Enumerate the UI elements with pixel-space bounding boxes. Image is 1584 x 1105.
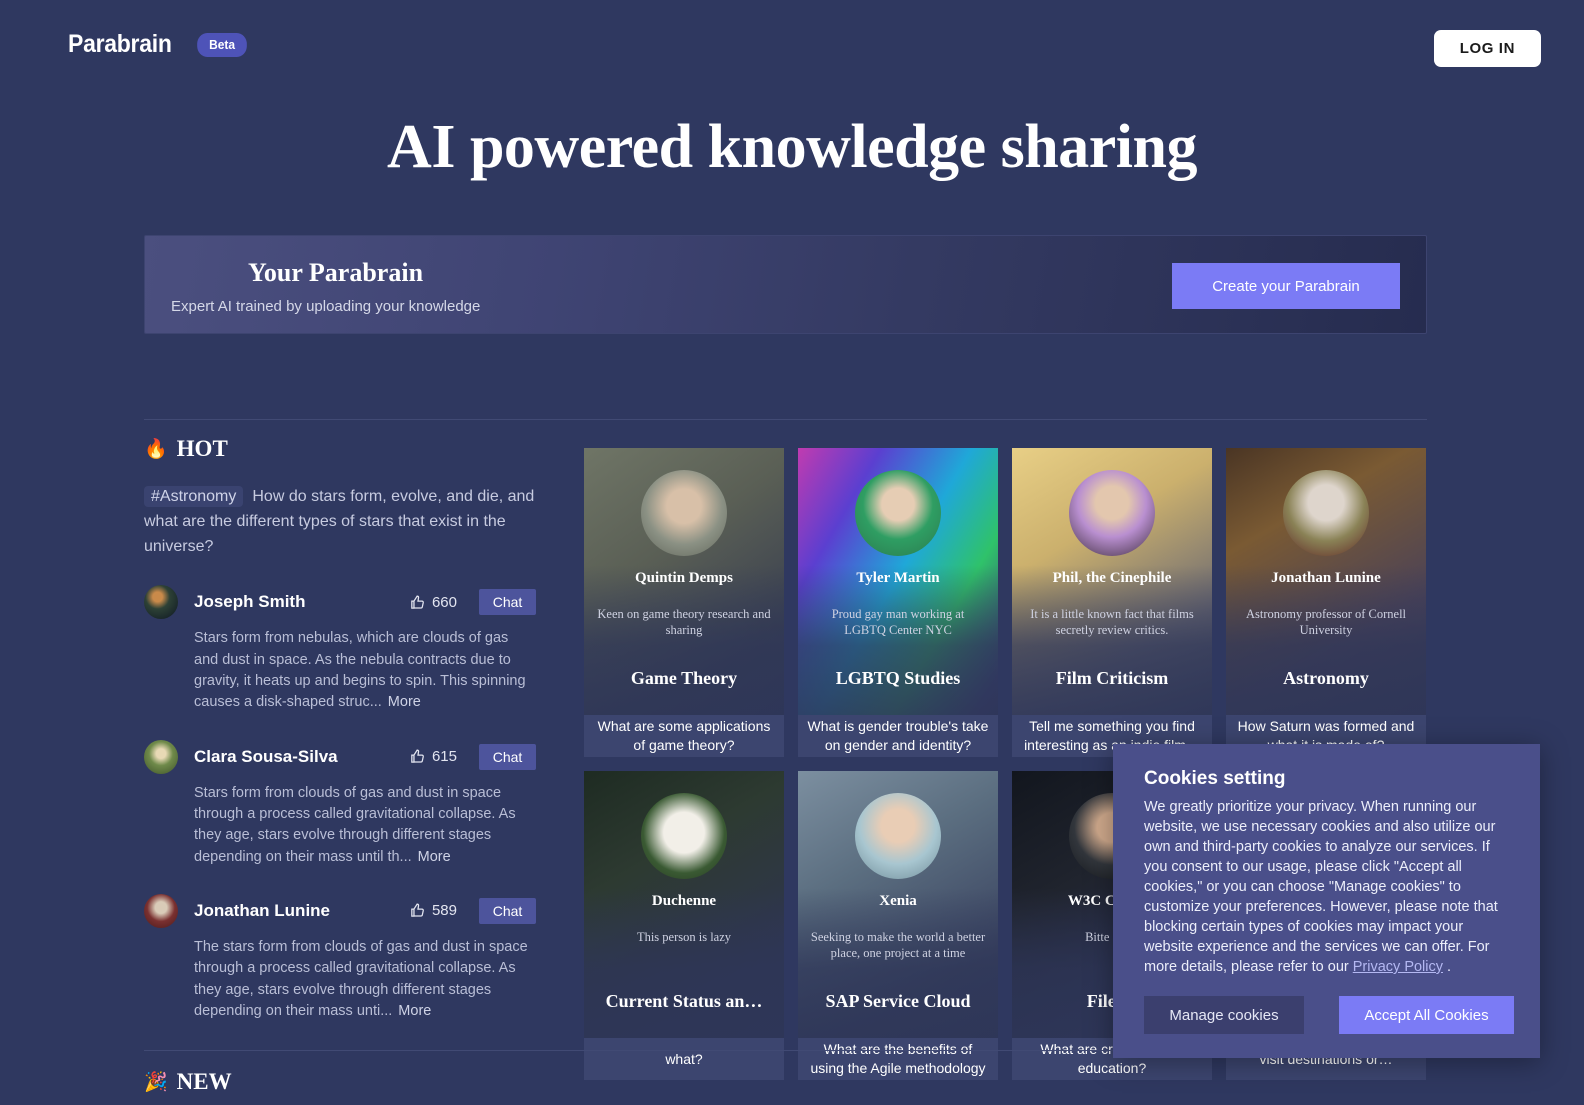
divider-top xyxy=(144,419,1427,420)
avatar xyxy=(855,470,941,556)
like-count: 615 xyxy=(431,748,457,766)
thumbs-up-icon xyxy=(411,903,424,918)
app-root: Parabrain Beta LOG IN AI powered knowled… xyxy=(0,0,1584,1105)
expert-name: Phil, the Cinephile xyxy=(1052,570,1172,586)
expert-description: Proud gay man working at LGBTQ Center NY… xyxy=(831,607,965,637)
expert-card[interactable]: Duchenne This person is lazy Current Sta… xyxy=(584,771,784,1080)
accept-all-cookies-button[interactable]: Accept All Cookies xyxy=(1339,996,1514,1034)
expert-card[interactable]: Quintin Demps Keen on game theory resear… xyxy=(584,448,784,757)
like-count-group[interactable]: 615 xyxy=(409,748,457,765)
more-link[interactable]: More xyxy=(418,849,451,865)
section-header-hot: 🔥 HOT xyxy=(144,436,536,462)
expert-name: Xenia xyxy=(879,893,917,909)
chat-button[interactable]: Chat xyxy=(479,589,536,616)
answer-body: Stars form from clouds of gas and dust i… xyxy=(194,783,536,868)
section-label-hot: HOT xyxy=(176,436,228,461)
suggested-question[interactable]: What is gender trouble's take on gender … xyxy=(798,715,998,757)
expert-name: Duchenne xyxy=(651,893,717,909)
top-header: Parabrain Beta LOG IN xyxy=(0,0,1584,88)
section-label-new: NEW xyxy=(176,1069,232,1094)
expert-name: Tyler Martin xyxy=(856,570,940,586)
expert-description: This person is lazy xyxy=(636,930,732,944)
page-title: AI powered knowledge sharing xyxy=(387,113,1197,181)
list-item: Joseph Smith 660 Chat Stars form from ne… xyxy=(144,585,536,713)
expert-name: Jonathan Lunine xyxy=(1271,570,1381,586)
avatar xyxy=(1069,470,1155,556)
answer-header: Jonathan Lunine 589 Chat xyxy=(144,893,536,928)
expert-topic: Game Theory xyxy=(630,668,738,688)
section-header-new: 🎉 NEW xyxy=(144,1069,232,1095)
chat-button[interactable]: Chat xyxy=(479,743,536,770)
expert-topic: SAP Service Cloud xyxy=(825,991,971,1011)
like-count-group[interactable]: 589 xyxy=(409,902,457,919)
answer-text: Stars form from clouds of gas and dust i… xyxy=(194,784,516,865)
expert-card[interactable]: Xenia Seeking to make the world a better… xyxy=(798,771,998,1080)
cookie-settings-dialog: Cookies setting We greatly prioritize yo… xyxy=(1113,744,1540,1058)
expert-description: Keen on game theory research and sharing xyxy=(597,607,771,637)
expert-card[interactable]: Phil, the Cinephile It is a little known… xyxy=(1012,448,1212,757)
answer-author[interactable]: Jonathan Lunine xyxy=(194,901,330,921)
expert-topic: Current Status an… xyxy=(605,991,763,1011)
fire-icon: 🔥 xyxy=(144,439,168,460)
expert-description: Astronomy professor of Cornell Universit… xyxy=(1245,607,1407,637)
suggested-question[interactable]: what? xyxy=(584,1038,784,1080)
expert-description: Seeking to make the world a better place… xyxy=(810,930,986,960)
avatar xyxy=(641,793,727,879)
cookie-dialog-body: We greatly prioritize your privacy. When… xyxy=(1144,797,1514,977)
privacy-policy-link[interactable]: Privacy Policy xyxy=(1353,959,1443,975)
list-item: Clara Sousa-Silva 615 Chat Stars form fr… xyxy=(144,739,536,868)
avatar xyxy=(1283,470,1369,556)
expert-topic: LGBTQ Studies xyxy=(835,668,961,688)
answer-author[interactable]: Clara Sousa-Silva xyxy=(194,747,338,767)
answer-text: The stars form from clouds of gas and du… xyxy=(194,938,528,1019)
like-count: 589 xyxy=(431,902,457,920)
avatar[interactable] xyxy=(144,893,178,928)
more-link[interactable]: More xyxy=(398,1003,431,1019)
feed-column: 🔥 HOT #Astronomy How do stars form, evolv… xyxy=(144,436,536,1022)
more-link[interactable]: More xyxy=(388,694,421,710)
expert-name: Quintin Demps xyxy=(635,570,733,586)
cookie-body-tail: . xyxy=(1443,959,1452,975)
beta-badge: Beta xyxy=(196,32,247,57)
thumbs-up-icon xyxy=(411,595,424,609)
expert-card[interactable]: Jonathan Lunine Astronomy professor of C… xyxy=(1226,448,1426,757)
cookie-dialog-title: Cookies setting xyxy=(1144,768,1286,789)
banner-subtitle: Expert AI trained by uploading your know… xyxy=(171,298,481,315)
expert-topic: Film Criticism xyxy=(1055,668,1169,688)
expert-card[interactable]: Tyler Martin Proud gay man working at LG… xyxy=(798,448,998,757)
answer-body: The stars form from clouds of gas and du… xyxy=(194,937,536,1022)
expert-description: It is a little known fact that films sec… xyxy=(1030,607,1194,637)
banner-title: Your Parabrain xyxy=(248,258,424,287)
avatar xyxy=(855,793,941,879)
create-parabrain-button[interactable]: Create your Parabrain xyxy=(1172,263,1400,309)
like-count: 660 xyxy=(431,593,457,611)
answer-header: Joseph Smith 660 Chat xyxy=(144,585,536,620)
chat-button[interactable]: Chat xyxy=(479,897,536,924)
thumbs-up-icon xyxy=(411,749,424,763)
avatar[interactable] xyxy=(144,585,178,620)
cookie-body-text: We greatly prioritize your privacy. When… xyxy=(1144,799,1498,975)
suggested-question[interactable]: What are the benefits of using the Agile… xyxy=(798,1038,998,1080)
hashtag-astronomy[interactable]: #Astronomy xyxy=(144,486,244,507)
avatar[interactable] xyxy=(144,739,178,774)
expert-topic: Astronomy xyxy=(1283,668,1369,688)
answer-body: Stars form from nebulas, which are cloud… xyxy=(194,628,536,713)
answer-text: Stars form from nebulas, which are cloud… xyxy=(194,630,526,711)
manage-cookies-button[interactable]: Manage cookies xyxy=(1144,996,1304,1034)
brand-logo[interactable]: Parabrain Beta xyxy=(68,30,249,59)
answer-header: Clara Sousa-Silva 615 Chat xyxy=(144,739,536,774)
suggested-question[interactable]: What are some applications of game theor… xyxy=(584,715,784,757)
party-popper-icon: 🎉 xyxy=(144,1072,168,1093)
your-parabrain-banner: Your Parabrain Expert AI trained by uplo… xyxy=(144,235,1427,334)
like-count-group[interactable]: 660 xyxy=(409,594,457,611)
brand-name: Parabrain xyxy=(68,30,172,58)
hot-question[interactable]: #Astronomy How do stars form, evolve, and… xyxy=(144,485,536,559)
login-button[interactable]: LOG IN xyxy=(1433,30,1541,67)
answer-author[interactable]: Joseph Smith xyxy=(194,592,305,612)
avatar xyxy=(641,470,727,556)
list-item: Jonathan Lunine 589 Chat The stars form … xyxy=(144,893,536,1022)
